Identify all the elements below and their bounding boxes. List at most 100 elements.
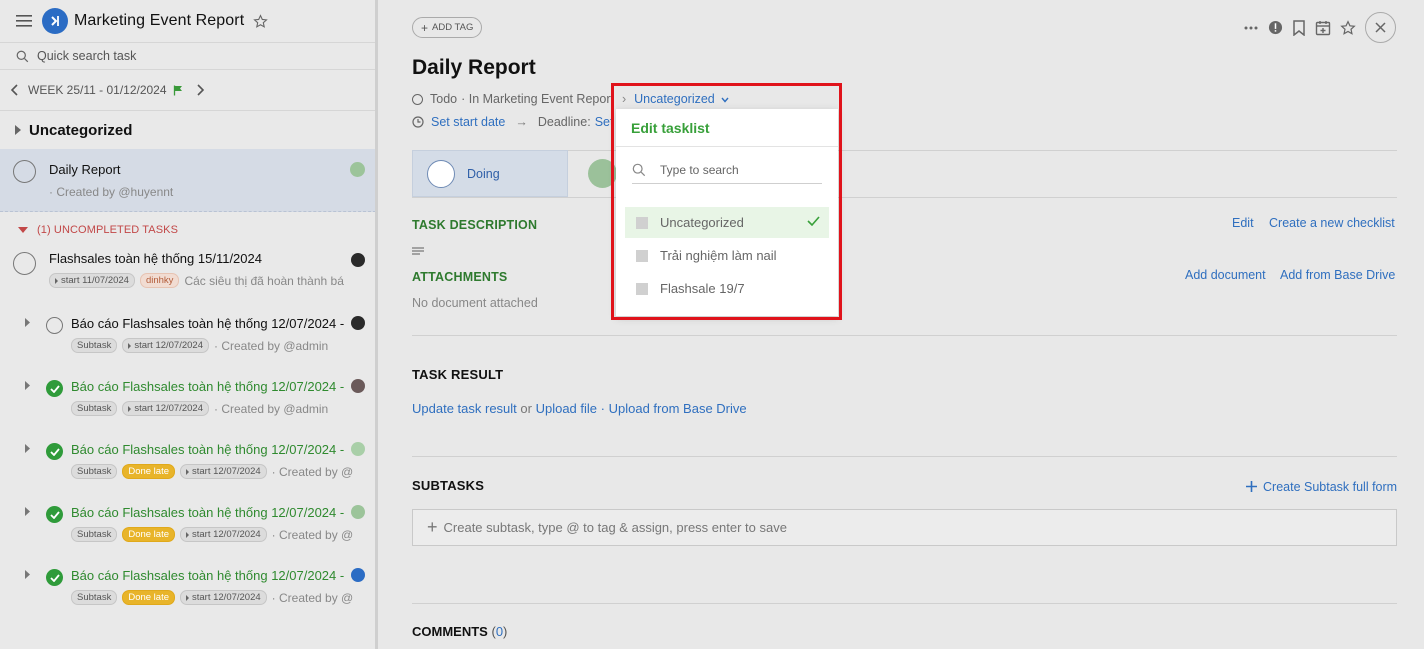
- create-subtask-input[interactable]: + Create subtask, type @ to tag & assign,…: [412, 509, 1397, 546]
- caret-right-icon[interactable]: [25, 381, 30, 390]
- highlight-box: [611, 83, 842, 320]
- completed-check-icon[interactable]: [46, 569, 63, 586]
- add-from-drive-link[interactable]: Add from Base Drive: [1280, 268, 1395, 282]
- caret-right-icon: [15, 125, 21, 135]
- subtask-tag: Subtask: [71, 401, 118, 416]
- caret-right-icon[interactable]: [25, 318, 30, 327]
- subtask-name: Báo cáo Flashsales toàn hệ thống 12/07/2…: [71, 379, 345, 394]
- close-button[interactable]: [1365, 12, 1396, 43]
- task-name: Daily Report: [49, 162, 121, 177]
- task-status-circle[interactable]: [46, 317, 63, 334]
- add-document-link[interactable]: Add document: [1185, 268, 1266, 282]
- plus-icon: [1246, 481, 1257, 492]
- week-navigator: WEEK 25/11 - 01/12/2024: [0, 70, 376, 111]
- star-icon[interactable]: [253, 13, 269, 29]
- avatar: [351, 568, 365, 582]
- create-checklist-link[interactable]: Create a new checklist: [1269, 216, 1395, 230]
- star-icon[interactable]: [1340, 19, 1356, 36]
- task-title[interactable]: Daily Report: [412, 56, 536, 80]
- avatar: [351, 505, 365, 519]
- or-text: or: [520, 401, 532, 416]
- task-status[interactable]: Todo: [430, 92, 457, 106]
- uncompleted-label: (1) UNCOMPLETED TASKS: [37, 224, 179, 236]
- task-created-by: · Created by @huyennt: [49, 185, 174, 199]
- task-description-label: TASK DESCRIPTION: [412, 218, 538, 232]
- divider: [412, 456, 1397, 457]
- done-late-badge: Done late: [122, 464, 175, 479]
- subtask-name: Báo cáo Flashsales toàn hệ thống 12/07/2…: [71, 442, 345, 457]
- chevron-left-icon[interactable]: [10, 84, 20, 96]
- subtask-name: Báo cáo Flashsales toàn hệ thống 12/07/2…: [71, 316, 345, 331]
- task-result-actions: Update task result or Upload file · Uplo…: [412, 401, 747, 416]
- caret-down-icon: [18, 227, 28, 233]
- avatar: [351, 253, 365, 267]
- caret-right-icon[interactable]: [25, 444, 30, 453]
- tasklist-section-header[interactable]: Uncategorized: [0, 111, 376, 149]
- subtask-item[interactable]: Báo cáo Flashsales toàn hệ thống 12/07/2…: [0, 562, 376, 625]
- start-date-tag: start 12/07/2024: [180, 464, 267, 479]
- uncompleted-tasks-toggle[interactable]: (1) UNCOMPLETED TASKS: [0, 212, 376, 248]
- avatar: [351, 442, 365, 456]
- caret-right-icon[interactable]: [25, 570, 30, 579]
- deadline-label: Deadline:: [537, 115, 591, 129]
- upload-drive-link[interactable]: Upload from Base Drive: [609, 401, 747, 416]
- subtask-item[interactable]: Báo cáo Flashsales toàn hệ thống 12/07/2…: [0, 436, 376, 499]
- status-circle-icon: [427, 159, 455, 188]
- status-circle-icon: [412, 93, 423, 105]
- task-dates: Set start date → Deadline: Set: [412, 115, 613, 129]
- attachments-label: ATTACHMENTS: [412, 270, 508, 284]
- add-tag-button[interactable]: + ADD TAG: [412, 17, 483, 38]
- create-subtask-full-form-link[interactable]: Create Subtask full form: [1246, 480, 1397, 494]
- completed-check-icon[interactable]: [46, 443, 63, 460]
- done-late-badge: Done late: [122, 590, 175, 605]
- arrow-right-icon: →: [515, 115, 528, 129]
- calendar-add-icon[interactable]: [1315, 20, 1331, 36]
- subtask-item[interactable]: Báo cáo Flashsales toàn hệ thống 12/07/2…: [0, 373, 376, 436]
- project-header: Marketing Event Report: [0, 0, 376, 42]
- completed-check-icon[interactable]: [46, 380, 63, 397]
- subtask-item[interactable]: Báo cáo Flashsales toàn hệ thống 12/07/2…: [0, 499, 376, 562]
- status-doing-button[interactable]: Doing: [412, 150, 568, 197]
- divider: [412, 603, 1397, 604]
- flag-icon: [173, 85, 182, 95]
- edit-description-link[interactable]: Edit: [1232, 216, 1254, 230]
- task-item-active[interactable]: Daily Report · Created by @huyennt: [0, 149, 376, 212]
- hamburger-menu-icon[interactable]: [16, 15, 32, 27]
- start-date-tag: start 12/07/2024: [180, 590, 267, 605]
- subtask-tag: Subtask: [71, 338, 118, 353]
- task-item[interactable]: Flashsales toàn hệ thống 15/11/2024 star…: [0, 248, 376, 310]
- upload-file-link[interactable]: Upload file: [536, 401, 597, 416]
- bookmark-icon[interactable]: [1292, 19, 1306, 36]
- subtask-tags: Subtask Done late start 12/07/2024 · Create…: [71, 464, 361, 479]
- quick-search[interactable]: Quick search task: [0, 42, 376, 70]
- task-status-circle[interactable]: [13, 252, 36, 275]
- caret-right-icon[interactable]: [25, 507, 30, 516]
- subtask-name: Báo cáo Flashsales toàn hệ thống 12/07/2…: [71, 505, 345, 520]
- task-description-preview: Các siêu thị đã hoàn thành bá: [184, 273, 344, 288]
- alert-icon[interactable]: [1268, 20, 1283, 35]
- subtask-item[interactable]: Báo cáo Flashsales toàn hệ thống 12/07/2…: [0, 310, 376, 373]
- search-icon: [16, 50, 29, 62]
- close-icon: [1375, 22, 1386, 33]
- task-status-circle[interactable]: [13, 160, 36, 183]
- subtask-created-by: · Created by @: [271, 464, 354, 479]
- chevron-right-icon[interactable]: [195, 84, 205, 96]
- set-start-date-link[interactable]: Set start date: [431, 115, 505, 129]
- divider: [412, 335, 1397, 336]
- task-detail-panel: + ADD TAG Daily Report Todo · In Marketin…: [378, 0, 1424, 649]
- avatar: [350, 162, 365, 177]
- subtask-created-by: · Created by @: [271, 590, 354, 605]
- completed-check-icon[interactable]: [46, 506, 63, 523]
- section-title: Uncategorized: [29, 121, 133, 139]
- quick-search-placeholder: Quick search task: [37, 49, 137, 63]
- more-options-icon[interactable]: [1243, 20, 1259, 36]
- start-date-tag: start 12/07/2024: [180, 527, 267, 542]
- subtask-tag: Subtask: [71, 527, 118, 542]
- subtasks-label: SUBTASKS: [412, 478, 485, 493]
- project-logo: [42, 8, 68, 34]
- detail-toolbar: [1234, 12, 1396, 43]
- update-result-link[interactable]: Update task result: [412, 401, 517, 416]
- dot-separator: ·: [600, 401, 605, 416]
- no-document-text: No document attached: [412, 296, 538, 310]
- avatar: [351, 379, 365, 393]
